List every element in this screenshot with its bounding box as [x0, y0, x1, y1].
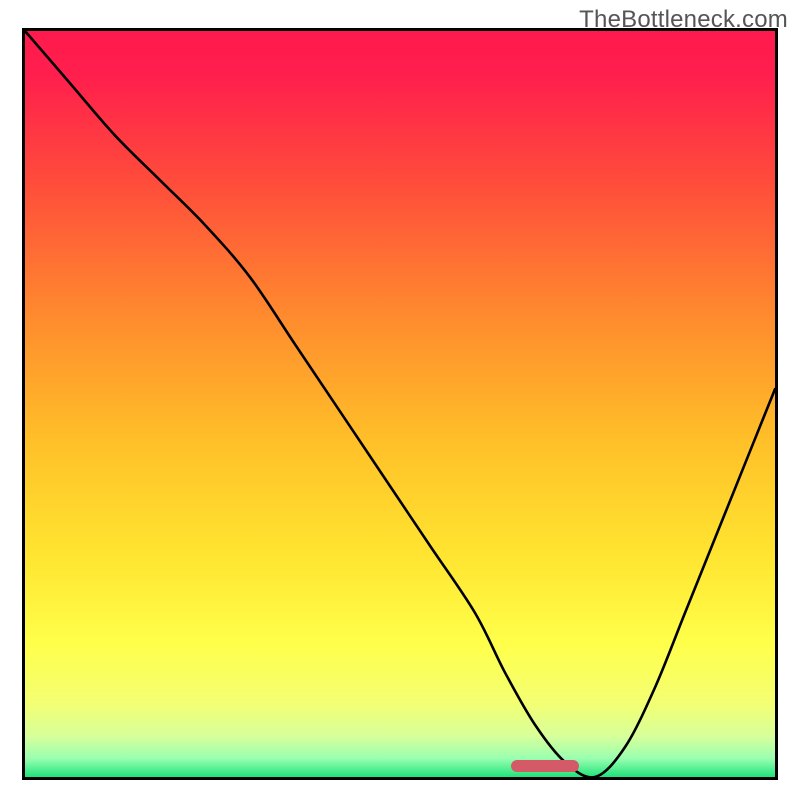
watermark-label: TheBottleneck.com: [579, 6, 788, 34]
chart-canvas: TheBottleneck.com: [0, 0, 800, 800]
bottleneck-curve: [25, 31, 775, 777]
flat-min-marker: [511, 760, 579, 772]
plot-frame: [22, 28, 778, 780]
